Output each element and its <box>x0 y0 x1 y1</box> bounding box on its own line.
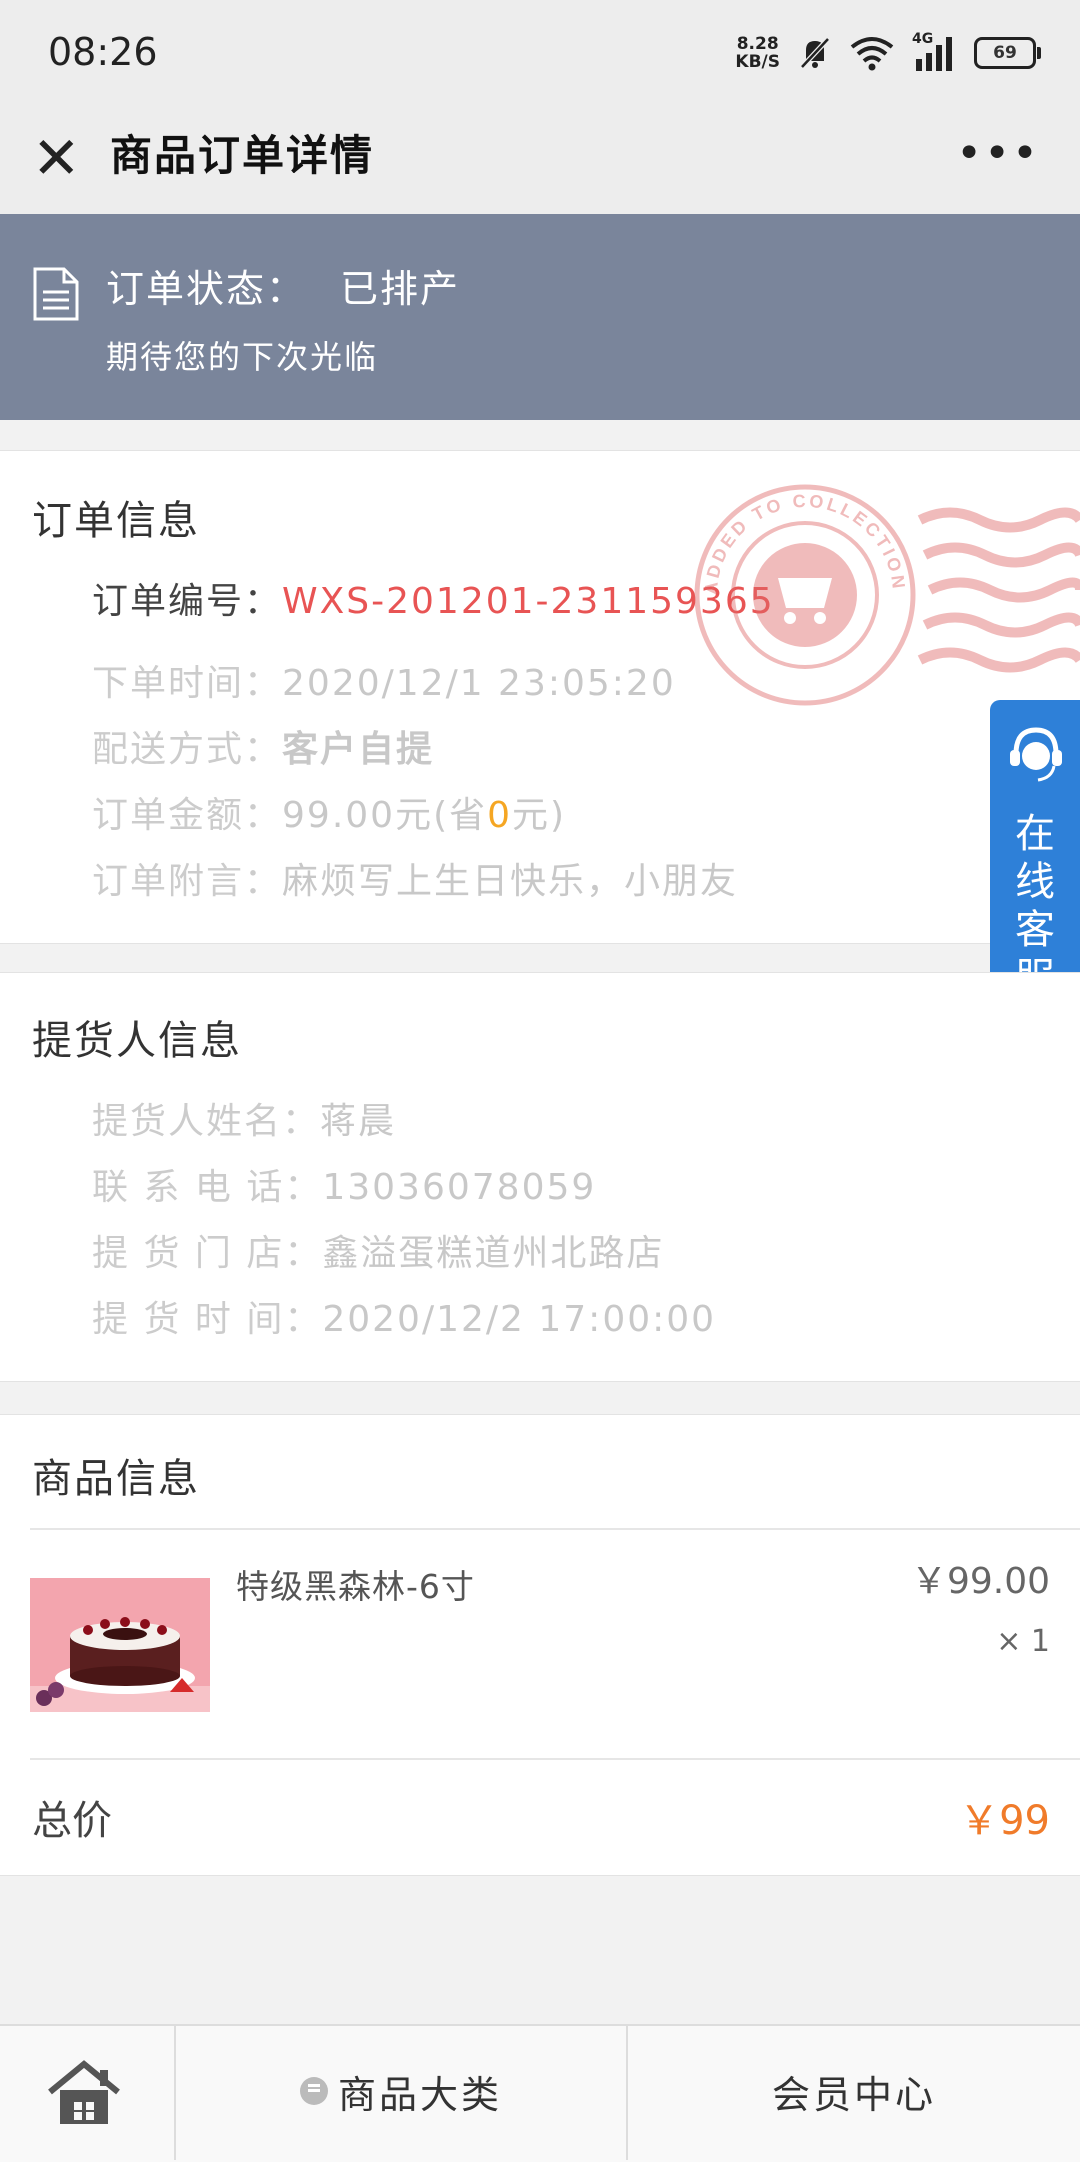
order-status-subtitle: 期待您的下次光临 <box>106 338 379 376</box>
document-icon <box>33 267 79 321</box>
cake-image <box>30 1578 210 1712</box>
status-time: 08:26 <box>48 30 158 74</box>
status-icons: 8.28 KB/S 4G 69 <box>735 30 1041 76</box>
more-options-icon[interactable]: ••• <box>956 128 1040 179</box>
page-title: 商品订单详情 <box>110 131 375 180</box>
total-value: ￥99 <box>959 1798 1050 1844</box>
customer-service-icon <box>1010 727 1062 782</box>
pickup-store-row: 提 货 门 店：鑫溢蛋糕道州北路店 <box>92 1233 665 1274</box>
network-speed: 8.28 KB/S <box>735 34 780 72</box>
menu-dot-icon <box>299 2077 328 2105</box>
nav-product-category[interactable]: 商品大类 <box>176 2024 626 2158</box>
pickup-time-row: 提 货 时 间：2020/12/2 17:00:00 <box>92 1299 717 1340</box>
battery-icon: 69 <box>974 37 1041 69</box>
nav-member-center[interactable]: 会员中心 <box>628 2024 1080 2158</box>
title-bar: ✕ 商品订单详情 ••• <box>0 108 1080 214</box>
order-time-row: 下单时间：2020/12/1 23:05:20 <box>92 663 676 704</box>
mute-bell-icon <box>800 37 830 69</box>
pickup-phone-row: 联 系 电 话：13036078059 <box>92 1167 597 1208</box>
signal-icon: 4G <box>912 31 956 71</box>
collection-stamp: ADDED TO COLLECTION <box>694 484 1080 706</box>
order-note-row: 订单附言：麻烦写上生日快乐，小朋友 <box>92 861 739 902</box>
product-name[interactable]: 特级黑森林-6寸 <box>236 1560 475 1608</box>
delivery-method-row: 配送方式：客户自提 <box>92 729 435 770</box>
order-status-banner <box>0 214 1080 420</box>
product-image[interactable] <box>30 1578 210 1712</box>
close-icon[interactable]: ✕ <box>32 128 82 188</box>
product-info-title: 商品信息 <box>32 1456 200 1502</box>
order-info-title: 订单信息 <box>32 498 200 544</box>
wifi-icon <box>850 37 894 71</box>
total-label: 总价 <box>32 1798 112 1844</box>
divider <box>30 1528 1080 1530</box>
pickup-info-title: 提货人信息 <box>32 1018 242 1064</box>
pickup-name-row: 提货人姓名：蒋晨 <box>92 1101 397 1142</box>
order-status-value: 已排产 <box>340 267 461 311</box>
order-number-row: 订单编号：WXS-201201-231159365 <box>92 581 775 622</box>
product-quantity: × 1 <box>996 1624 1050 1659</box>
order-status-label: 订单状态： <box>106 267 307 311</box>
product-price: ￥99.00 <box>910 1561 1050 1602</box>
divider <box>30 1758 1080 1760</box>
order-amount-row: 订单金额：99.00元(省0元) <box>92 795 567 836</box>
home-icon[interactable] <box>46 2060 122 2126</box>
